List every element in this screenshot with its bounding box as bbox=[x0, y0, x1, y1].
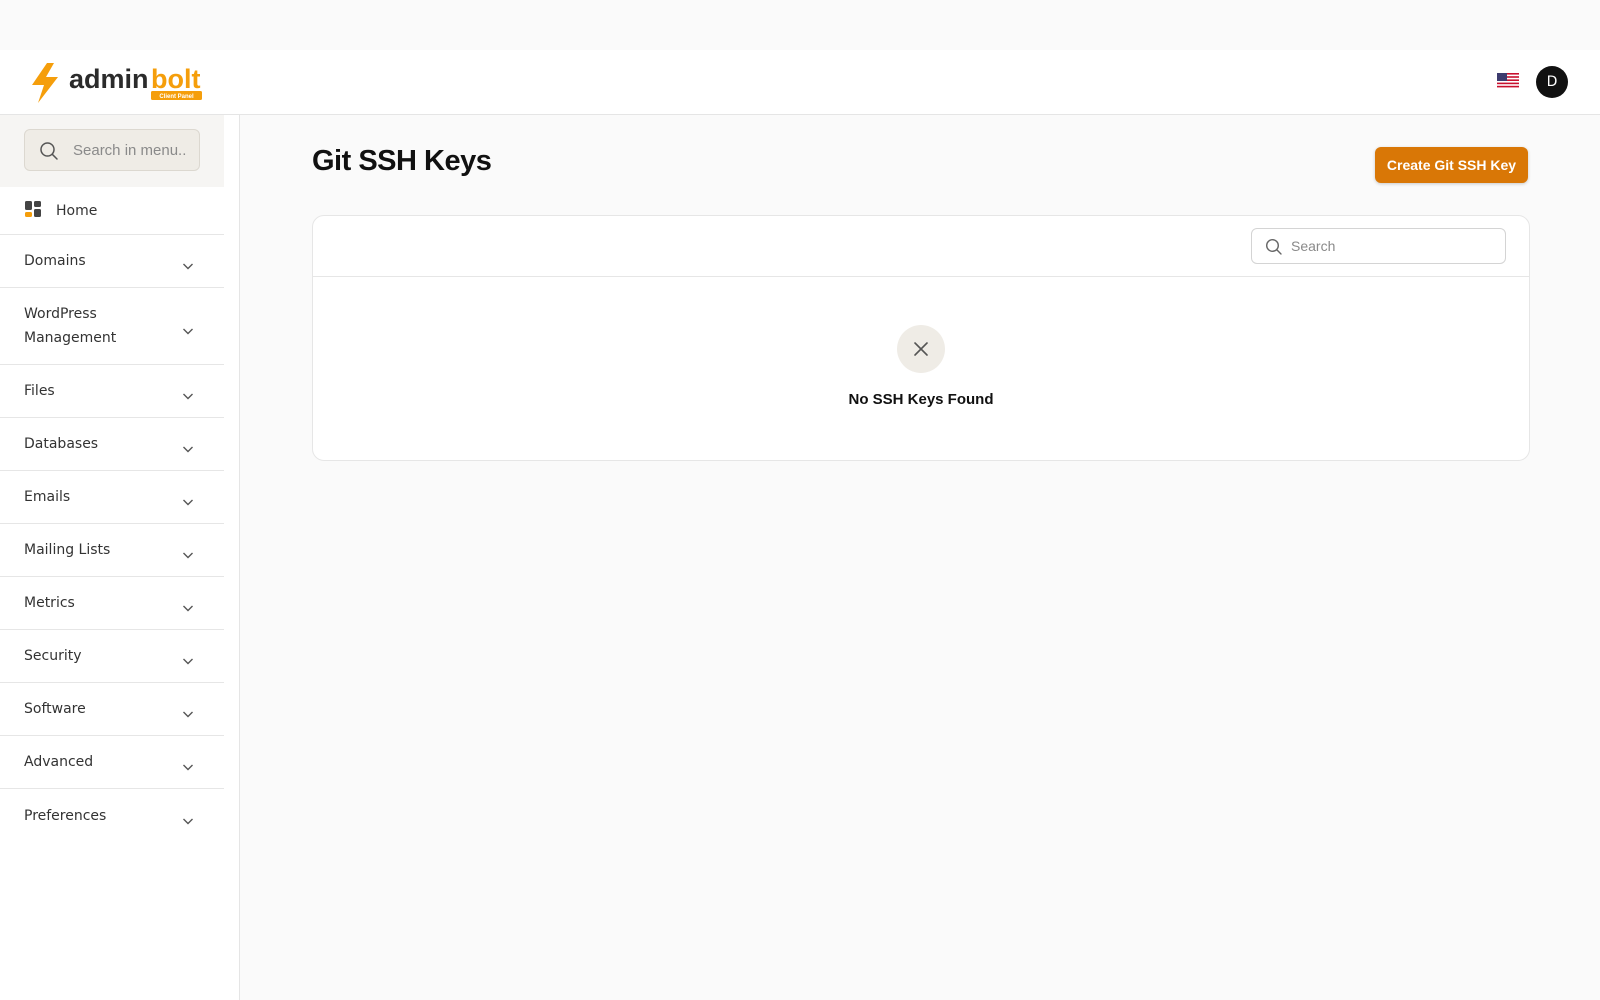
sidebar-item-metrics[interactable]: Metrics bbox=[0, 577, 224, 630]
chevron-down-icon bbox=[182, 321, 194, 340]
sidebar-search-input[interactable]: Search in menu.. bbox=[24, 129, 200, 171]
table-search-placeholder: Search bbox=[1291, 238, 1336, 254]
chevron-down-icon bbox=[182, 492, 194, 511]
sidebar-item-software[interactable]: Software bbox=[0, 683, 224, 736]
app-header: admin bolt Client Panel D bbox=[0, 50, 1600, 115]
adminbolt-logo[interactable]: admin bolt Client Panel bbox=[30, 61, 210, 105]
chevron-down-icon bbox=[182, 545, 194, 564]
chevron-down-icon bbox=[182, 256, 194, 275]
sidebar-search-placeholder: Search in menu.. bbox=[73, 142, 187, 159]
sidebar-item-emails[interactable]: Emails bbox=[0, 471, 224, 524]
sidebar-item-domains[interactable]: Domains bbox=[0, 235, 224, 288]
search-icon bbox=[39, 141, 59, 165]
us-flag-icon[interactable] bbox=[1497, 73, 1519, 88]
sidebar-item-mailing-lists[interactable]: Mailing Lists bbox=[0, 524, 224, 577]
empty-state-message: No SSH Keys Found bbox=[848, 391, 994, 408]
svg-text:bolt: bolt bbox=[151, 64, 200, 94]
top-strip bbox=[0, 0, 1600, 50]
sidebar-item-label: Emails bbox=[24, 489, 71, 505]
sidebar: Search in menu.. Home Domains WordPress … bbox=[0, 115, 240, 1000]
sidebar-item-label: Home bbox=[56, 202, 98, 219]
chevron-down-icon bbox=[182, 598, 194, 617]
sidebar-item-label: Domains bbox=[24, 253, 86, 269]
sidebar-item-databases[interactable]: Databases bbox=[0, 418, 224, 471]
chevron-down-icon bbox=[182, 651, 194, 670]
sidebar-item-label: WordPress Management bbox=[24, 306, 117, 346]
chevron-down-icon bbox=[182, 757, 194, 776]
chevron-down-icon bbox=[182, 386, 194, 405]
sidebar-item-home[interactable]: Home bbox=[0, 187, 224, 235]
chevron-down-icon bbox=[182, 439, 194, 458]
sidebar-item-files[interactable]: Files bbox=[0, 365, 224, 418]
sidebar-item-label: Mailing Lists bbox=[24, 542, 111, 558]
create-git-ssh-key-button[interactable]: Create Git SSH Key bbox=[1375, 147, 1528, 183]
sidebar-item-label: Preferences bbox=[24, 807, 107, 824]
svg-text:Client Panel: Client Panel bbox=[159, 94, 194, 100]
svg-text:admin: admin bbox=[69, 64, 149, 94]
ssh-keys-table-card: Search No SSH Keys Found bbox=[312, 215, 1530, 461]
sidebar-menu: Home Domains WordPress Management Files … bbox=[0, 187, 224, 842]
chevron-down-icon bbox=[182, 704, 194, 723]
user-avatar[interactable]: D bbox=[1536, 66, 1568, 98]
chevron-down-icon bbox=[182, 811, 194, 830]
sidebar-item-label: Files bbox=[24, 383, 55, 399]
sidebar-item-label: Security bbox=[24, 648, 82, 664]
sidebar-item-advanced[interactable]: Advanced bbox=[0, 736, 224, 789]
sidebar-search-area: Search in menu.. bbox=[0, 115, 224, 187]
sidebar-item-wordpress-management[interactable]: WordPress Management bbox=[0, 288, 224, 365]
grid-icon bbox=[24, 200, 42, 222]
sidebar-item-security[interactable]: Security bbox=[0, 630, 224, 683]
sidebar-item-label: Databases bbox=[24, 436, 99, 452]
main-content: Git SSH Keys Create Git SSH Key Search N… bbox=[240, 115, 1600, 1000]
sidebar-item-label: Metrics bbox=[24, 595, 75, 611]
sidebar-item-preferences[interactable]: Preferences bbox=[0, 789, 224, 842]
table-toolbar: Search bbox=[313, 216, 1529, 277]
page-title: Git SSH Keys bbox=[312, 145, 492, 177]
search-icon bbox=[1265, 238, 1283, 260]
sidebar-item-label: Advanced bbox=[24, 754, 94, 770]
table-search-input[interactable]: Search bbox=[1251, 228, 1506, 264]
sidebar-item-label: Software bbox=[24, 701, 86, 717]
close-icon bbox=[897, 325, 945, 373]
